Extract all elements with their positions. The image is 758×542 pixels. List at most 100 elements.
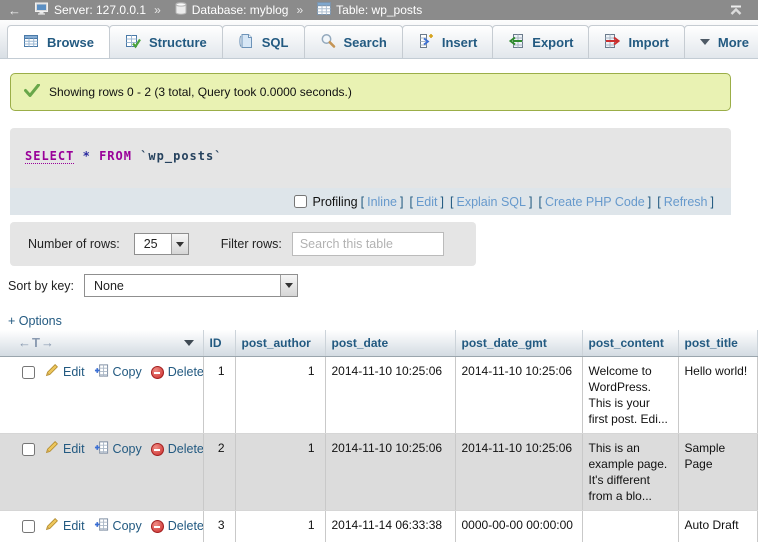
- copy-button[interactable]: Copy: [94, 517, 142, 536]
- cell-post-date-gmt: 0000-00-00 00:00:00: [455, 510, 582, 542]
- create-php-code-link[interactable]: Create PHP Code: [545, 195, 645, 209]
- sort-by-key-label: Sort by key:: [8, 279, 74, 293]
- sql-footer-bar: Profiling [Inline] [Edit] [Explain SQL] …: [10, 188, 731, 215]
- header-post-author[interactable]: post_author: [235, 330, 325, 356]
- tab-structure[interactable]: Structure: [109, 25, 223, 58]
- copy-label: Copy: [113, 518, 142, 534]
- filter-rows-input[interactable]: [292, 232, 444, 256]
- breadcrumb-table-label: Table: wp_posts: [336, 3, 422, 17]
- sort-by-key-select[interactable]: None: [84, 274, 298, 297]
- bracket: ]: [441, 195, 444, 209]
- breadcrumb-database-label: Database: myblog: [192, 3, 289, 17]
- delete-icon: [151, 366, 164, 379]
- sql-icon: [238, 33, 254, 52]
- header-post-content[interactable]: post_content: [582, 330, 678, 356]
- header-post-date-gmt[interactable]: post_date_gmt: [455, 330, 582, 356]
- options-toggle-link[interactable]: + Options: [8, 314, 62, 328]
- breadcrumb-server[interactable]: Server: 127.0.0.1: [35, 2, 146, 18]
- tab-more[interactable]: More: [684, 25, 758, 58]
- edit-label: Edit: [63, 518, 85, 534]
- tab-structure-label: Structure: [149, 35, 207, 50]
- refresh-link[interactable]: Refresh: [664, 195, 708, 209]
- edit-button[interactable]: Edit: [45, 440, 85, 458]
- select-arrow-icon: [280, 275, 297, 296]
- results-table: ←T→ ID post_author post_date post_date_g…: [0, 330, 758, 542]
- cell-post-content: [582, 510, 678, 542]
- export-icon: [508, 33, 524, 52]
- sort-by-key-row: Sort by key: None: [8, 274, 298, 297]
- copy-button[interactable]: Copy: [94, 363, 142, 382]
- row-checkbox[interactable]: [22, 443, 35, 456]
- tab-browse[interactable]: Browse: [7, 25, 110, 58]
- delete-button[interactable]: Delete: [151, 441, 203, 457]
- collapse-topbar-icon[interactable]: [728, 3, 744, 20]
- success-message: Showing rows 0 - 2 (3 total, Query took …: [10, 73, 731, 111]
- copy-button[interactable]: Copy: [94, 440, 142, 459]
- cell-post-author: 1: [235, 510, 325, 542]
- sql-keyword-select: SELECT: [25, 149, 74, 164]
- breadcrumb-database[interactable]: Database: myblog: [175, 2, 289, 18]
- copy-icon: [94, 517, 109, 536]
- breadcrumb-separator: »: [154, 3, 161, 17]
- delete-label: Delete: [168, 518, 203, 534]
- tab-search[interactable]: Search: [304, 25, 403, 58]
- database-icon: [175, 2, 187, 18]
- edit-query-link[interactable]: Edit: [416, 195, 438, 209]
- back-arrow-icon[interactable]: ←: [8, 3, 21, 18]
- cell-id: 2: [203, 433, 235, 510]
- tab-import-label: Import: [628, 35, 668, 50]
- header-post-title[interactable]: post_title: [678, 330, 758, 356]
- bracket: [: [361, 195, 364, 209]
- cell-post-content: This is an example page. It's different …: [582, 433, 678, 510]
- bracket: ]: [711, 195, 714, 209]
- number-of-rows-value: 25: [135, 234, 171, 254]
- tab-import[interactable]: Import: [588, 25, 684, 58]
- sort-dropdown-icon[interactable]: [184, 340, 194, 346]
- table-row: Edit Copy Delete 2 1 2014-11-10 1: [0, 433, 758, 510]
- success-check-icon: [24, 84, 40, 100]
- browse-controls-bar: Number of rows: 25 Filter rows:: [10, 222, 476, 266]
- tab-insert-label: Insert: [442, 35, 477, 50]
- bracket: ]: [648, 195, 651, 209]
- cell-post-title: Hello world!: [678, 356, 758, 433]
- pencil-icon: [45, 440, 59, 458]
- bracket: [: [538, 195, 541, 209]
- tab-sql[interactable]: SQL: [222, 25, 305, 58]
- profiling-label: Profiling: [312, 195, 357, 209]
- profiling-checkbox[interactable]: [294, 195, 307, 208]
- header-id[interactable]: ID: [203, 330, 235, 356]
- delete-button[interactable]: Delete: [151, 364, 203, 380]
- sort-by-key-value: None: [85, 275, 280, 296]
- delete-icon: [151, 520, 164, 533]
- inline-link[interactable]: Inline: [367, 195, 397, 209]
- row-checkbox[interactable]: [22, 520, 35, 533]
- tab-insert[interactable]: Insert: [402, 25, 493, 58]
- delete-button[interactable]: Delete: [151, 518, 203, 534]
- breadcrumb-server-label: Server: 127.0.0.1: [54, 3, 146, 17]
- table-header-row: ←T→ ID post_author post_date post_date_g…: [0, 330, 758, 356]
- breadcrumb-table[interactable]: Table: wp_posts: [317, 2, 422, 18]
- server-icon: [35, 2, 49, 18]
- sql-query-box: SELECT * FROM `wp_posts` Profiling [Inli…: [10, 128, 731, 215]
- edit-button[interactable]: Edit: [45, 363, 85, 381]
- column-arrows: ←T→: [18, 335, 55, 350]
- explain-sql-link[interactable]: Explain SQL: [456, 195, 525, 209]
- tab-export[interactable]: Export: [492, 25, 589, 58]
- row-checkbox[interactable]: [22, 366, 35, 379]
- number-of-rows-label: Number of rows:: [28, 237, 120, 251]
- cell-post-date-gmt: 2014-11-10 10:25:06: [455, 433, 582, 510]
- edit-label: Edit: [63, 364, 85, 380]
- bracket: [: [409, 195, 412, 209]
- edit-button[interactable]: Edit: [45, 517, 85, 535]
- tab-bar: Browse Structure SQL Search Insert Expor…: [0, 20, 758, 59]
- bracket: [: [450, 195, 453, 209]
- success-message-text: Showing rows 0 - 2 (3 total, Query took …: [49, 85, 352, 99]
- cell-post-title: Sample Page: [678, 433, 758, 510]
- insert-icon: [418, 33, 434, 52]
- cell-post-date: 2014-11-14 06:33:38: [325, 510, 455, 542]
- number-of-rows-select[interactable]: 25: [134, 233, 189, 255]
- cell-post-title: Auto Draft: [678, 510, 758, 542]
- header-post-date[interactable]: post_date: [325, 330, 455, 356]
- search-icon: [320, 33, 336, 52]
- cell-post-author: 1: [235, 433, 325, 510]
